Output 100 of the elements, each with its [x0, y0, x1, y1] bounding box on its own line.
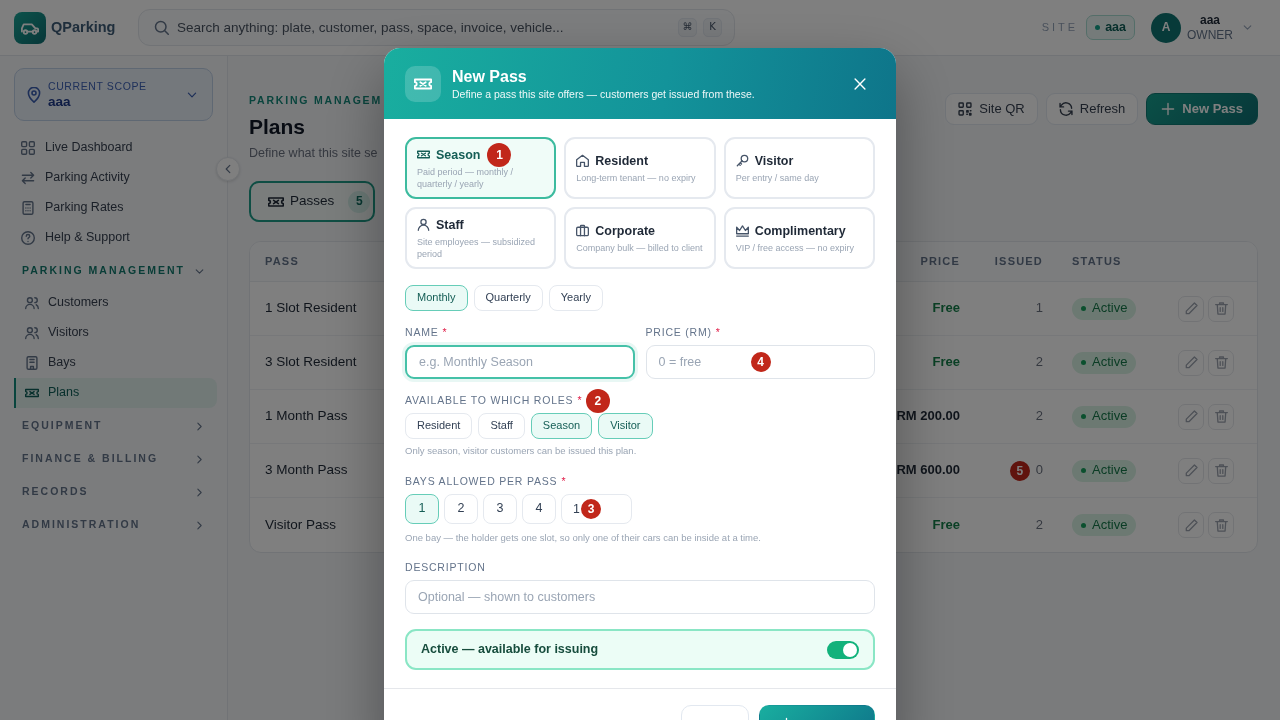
column-header: STATUS	[1072, 255, 1122, 268]
role-option[interactable]: Season	[530, 413, 593, 439]
car-logo-icon	[14, 11, 46, 44]
toggle-label: Active — available for issuing	[421, 641, 599, 658]
nav-item[interactable]: Customers	[14, 288, 217, 318]
shortcut-key: K	[703, 18, 722, 37]
period-option[interactable]: Yearly	[548, 285, 603, 311]
field-label: BAYS ALLOWED PER PASS	[405, 475, 558, 488]
pencil-icon	[1184, 518, 1198, 532]
toolbar-button[interactable]: Refresh	[1045, 93, 1139, 125]
nav-item[interactable]: Visitors	[14, 318, 217, 348]
pass-type-option[interactable]: Corporate Company bulk — billed to client	[564, 207, 716, 269]
ticket-icon	[417, 148, 430, 161]
bay-count-option[interactable]: 2	[444, 494, 478, 524]
close-icon	[853, 76, 867, 91]
section-header[interactable]: EQUIPMENT	[14, 411, 217, 441]
chevron-down-icon	[1242, 22, 1253, 33]
field-label: DESCRIPTION	[405, 561, 486, 574]
user-role: OWNER	[1187, 27, 1233, 43]
nav-item[interactable]: Help & Support	[14, 223, 217, 253]
period-option[interactable]: Quarterly	[473, 285, 543, 311]
section-header[interactable]: FINANCE & BILLING	[14, 444, 217, 474]
calculator-icon	[21, 201, 35, 215]
option-description: Per entry / same day	[735, 171, 820, 184]
scope-value: aaa	[48, 92, 72, 111]
nav-item[interactable]: Parking Rates	[14, 193, 217, 223]
price-cell: RM 600.00	[896, 462, 960, 478]
table-cell: 1 Month Pass	[265, 408, 348, 424]
user-name: aaa	[1199, 12, 1221, 28]
edit-button[interactable]	[1178, 295, 1204, 322]
name-field[interactable]: e.g. Monthly Season	[405, 345, 635, 379]
tab-count: 5	[348, 190, 371, 213]
nav-item[interactable]: Bays	[14, 348, 217, 378]
new-pass-button[interactable]: New Pass	[1146, 93, 1258, 125]
key-icon	[735, 154, 749, 167]
column-header: PASS	[265, 255, 299, 268]
page-subtitle: Define what this site se	[249, 145, 379, 161]
nav-item[interactable]: Plans	[14, 378, 217, 408]
tab[interactable]: Passes 5	[249, 181, 375, 222]
status-text: Active	[1092, 408, 1128, 425]
delete-button[interactable]	[1208, 512, 1234, 538]
status-dot-icon	[1081, 522, 1086, 528]
scope-selector[interactable]: CURRENT SCOPE aaa	[14, 68, 213, 121]
edit-button[interactable]	[1178, 512, 1204, 538]
nav-item[interactable]: Parking Activity	[14, 163, 217, 193]
ticket-icon	[405, 65, 441, 102]
delete-button[interactable]	[1208, 403, 1234, 430]
bay-count-option[interactable]: 3	[483, 494, 517, 524]
pass-type-option[interactable]: Resident Long-term tenant — no expiry	[564, 137, 716, 199]
field-label: NAME	[405, 326, 439, 339]
close-button[interactable]	[853, 76, 867, 91]
toolbar-button[interactable]: Site QR	[945, 93, 1038, 125]
collapse-sidebar-button[interactable]	[216, 157, 240, 181]
status-dot-icon	[1095, 25, 1101, 30]
pass-type-option[interactable]: Visitor Per entry / same day	[723, 137, 875, 199]
role-option[interactable]: Resident	[405, 413, 473, 439]
bay-count-option[interactable]: 4	[522, 494, 556, 524]
pass-type-option[interactable]: Staff Site employees — subsidized period	[405, 207, 557, 269]
status-text: Active	[1092, 516, 1128, 534]
step-number-marker: 2	[586, 388, 611, 413]
role-option[interactable]: Visitor	[598, 413, 653, 439]
description-field[interactable]: Optional — shown to customers	[405, 580, 875, 614]
delete-button[interactable]	[1208, 457, 1234, 484]
modal-title: New Pass	[452, 66, 528, 87]
role-option[interactable]: Staff	[478, 413, 525, 439]
nav-item[interactable]: Live Dashboard	[14, 133, 217, 163]
trash-icon	[1214, 518, 1228, 532]
pass-type-option[interactable]: Complimentary VIP / free access — no expiry	[723, 207, 875, 269]
table-cell: 2	[1035, 354, 1043, 371]
trash-icon	[1214, 464, 1228, 477]
period-option[interactable]: Monthly	[405, 285, 468, 311]
field-label: AVAILABLE TO WHICH ROLES	[405, 394, 574, 407]
toggle-switch[interactable]	[827, 640, 859, 659]
edit-button[interactable]	[1178, 403, 1204, 430]
trash-icon	[1214, 356, 1228, 369]
field-hint: One bay — the holder gets one slot, so only one of their cars can be inside at a time.	[405, 532, 762, 544]
section-header[interactable]: PARKING MANAGEMENT	[14, 256, 217, 286]
refresh-icon	[1058, 102, 1073, 116]
edit-button[interactable]	[1178, 457, 1204, 484]
user-avatar[interactable]: A	[1151, 12, 1181, 43]
search-icon	[154, 20, 169, 35]
edit-button[interactable]	[1178, 349, 1204, 376]
scope-label: CURRENT SCOPE	[48, 78, 148, 93]
status-text: Active	[1092, 300, 1128, 317]
site-selector[interactable]: aaa	[1086, 15, 1135, 40]
section-header[interactable]: ADMINISTRATION	[14, 510, 217, 540]
grid-icon	[21, 141, 35, 155]
pass-type-option[interactable]: Season 1 Paid period — monthly / quarterly / yearly	[405, 137, 557, 199]
plus-icon	[1161, 102, 1176, 116]
delete-button[interactable]	[1208, 295, 1234, 322]
status-text: Active	[1092, 462, 1128, 479]
section-eyebrow: PARKING MANAGEM	[249, 93, 382, 107]
status-dot-icon	[1081, 468, 1086, 473]
home-icon	[576, 154, 590, 167]
option-description: Long-term tenant — no expiry	[576, 171, 697, 184]
users-icon	[25, 296, 39, 310]
column-header: PRICE	[920, 255, 960, 268]
section-header[interactable]: RECORDS	[14, 477, 217, 507]
delete-button[interactable]	[1208, 349, 1234, 376]
bay-count-option[interactable]: 1	[405, 494, 439, 524]
